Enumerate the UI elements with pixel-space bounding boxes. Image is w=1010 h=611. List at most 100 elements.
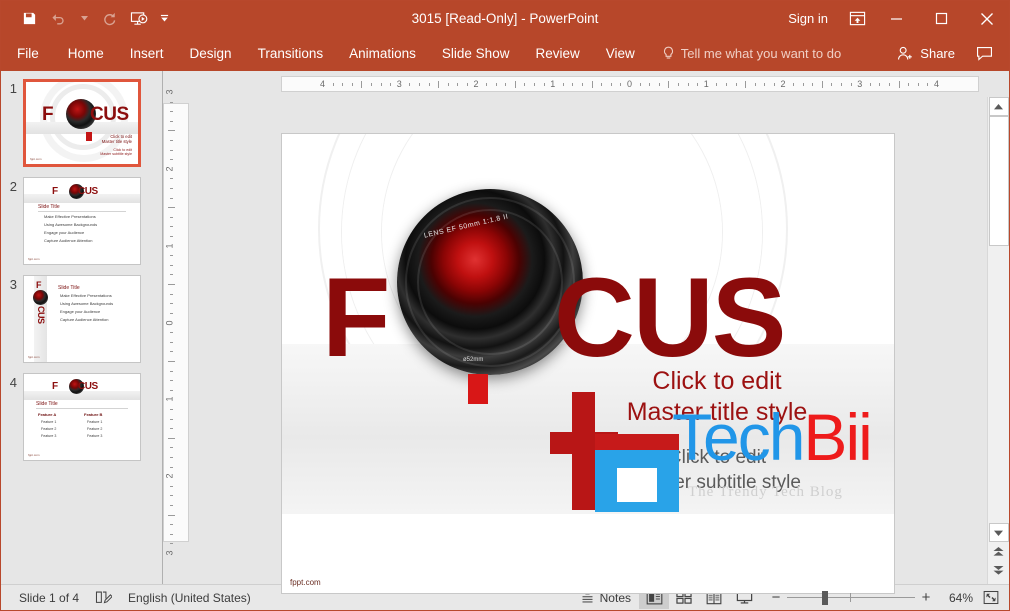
ruler-label: 4 xyxy=(934,79,940,89)
ruler-tick xyxy=(170,159,173,161)
ruler-tick xyxy=(495,83,497,86)
sign-in-button[interactable]: Sign in xyxy=(776,11,840,26)
title-bar-right: Sign in xyxy=(776,1,1009,36)
next-slide-button[interactable] xyxy=(988,561,1009,580)
thumbnail-1[interactable]: F CUS Click to edit Master title style Cl… xyxy=(23,79,141,167)
thumbnail-item-4[interactable]: 4 F CUS Slide Title Feature A Feature 1 … xyxy=(1,373,162,461)
spell-check-icon[interactable] xyxy=(87,590,120,605)
vertical-scrollbar[interactable] xyxy=(987,97,1009,584)
redo-icon[interactable] xyxy=(95,6,123,32)
tab-insert[interactable]: Insert xyxy=(117,36,177,71)
thumbnail-item-1[interactable]: 1 F CUS Click to edit Master title style … xyxy=(1,79,162,167)
save-icon[interactable] xyxy=(15,6,43,32)
fit-to-window-button[interactable] xyxy=(979,590,1003,605)
thumb2-bullet: Using Awesome Backgrounds xyxy=(44,222,98,227)
previous-slide-button[interactable] xyxy=(988,542,1009,561)
thumb4-col-a-item: Feature 3 xyxy=(41,434,57,438)
zoom-in-button[interactable]: + xyxy=(915,589,937,606)
ruler-label: 0 xyxy=(627,79,633,89)
thumb4-col-a-item: Feature 1 xyxy=(41,420,57,424)
ruler-tick xyxy=(170,389,173,391)
minimize-button[interactable] xyxy=(874,1,919,36)
ruler-tick xyxy=(170,120,173,122)
ruler-label: 3 xyxy=(164,89,175,95)
thumbnail-4[interactable]: F CUS Slide Title Feature A Feature 1 Fe… xyxy=(23,373,141,461)
scrollbar-track[interactable] xyxy=(988,116,1009,523)
thumbnail-number: 2 xyxy=(9,179,17,194)
ruler-tick xyxy=(841,83,843,86)
red-accent-square xyxy=(468,374,488,404)
ruler-tick xyxy=(591,81,593,88)
ruler-tick xyxy=(332,83,334,86)
thumb3-bullet: Make Effective Presentations xyxy=(60,293,112,298)
scroll-up-button[interactable] xyxy=(988,97,1009,116)
ruler-tick xyxy=(735,83,737,86)
scrollbar-thumb[interactable] xyxy=(988,116,1009,246)
horizontal-ruler[interactable]: 4 3 2 1 0 1 2 3 4 xyxy=(281,76,979,92)
title-bar: 3015 [Read-Only] - PowerPoint Sign in xyxy=(1,1,1009,36)
start-slideshow-icon[interactable] xyxy=(125,6,153,32)
tab-view[interactable]: View xyxy=(593,36,648,71)
undo-dropdown-icon[interactable] xyxy=(75,6,93,32)
thumbnail-3[interactable]: F CUS Slide Title Make Effective Present… xyxy=(23,275,141,363)
ruler-tick xyxy=(524,83,526,86)
zoom-slider-thumb[interactable] xyxy=(822,590,828,605)
ruler-tick xyxy=(170,216,173,218)
title-placeholder[interactable]: Click to edit Master title style xyxy=(552,366,882,429)
customize-qat-icon[interactable] xyxy=(155,6,173,32)
ruler-tick xyxy=(773,83,775,86)
slide-thumbnail-pane[interactable]: 1 F CUS Click to edit Master title style … xyxy=(1,71,163,584)
tab-file[interactable]: File xyxy=(1,36,55,71)
ruler-tick xyxy=(170,140,173,142)
language-indicator[interactable]: English (United States) xyxy=(120,591,259,605)
ribbon-right-actions: Share xyxy=(889,36,1009,71)
ruler-tick xyxy=(514,81,516,88)
thumbnail-number: 4 xyxy=(9,375,17,390)
maximize-button[interactable] xyxy=(919,1,964,36)
thumbnail-item-2[interactable]: 2 F CUS Slide Title Make Effective Prese… xyxy=(1,177,162,265)
scroll-down-button[interactable] xyxy=(988,523,1009,542)
ruler-tick xyxy=(170,485,173,487)
zoom-slider[interactable] xyxy=(787,590,915,605)
thumb4-title: Slide Title xyxy=(36,401,58,407)
thumbnail-item-3[interactable]: 3 F CUS Slide Title Make Effective Prese… xyxy=(1,275,162,363)
thumb4-col-b-item: Feature 2 xyxy=(87,427,103,431)
tab-review[interactable]: Review xyxy=(522,36,592,71)
slide-canvas[interactable]: LENS EF 50mm 1:1.8 II ø52mm F CUS Click … xyxy=(189,97,987,594)
zoom-level-label[interactable]: 64% xyxy=(937,591,979,605)
comments-icon[interactable] xyxy=(967,46,1001,61)
thumbnail-number: 1 xyxy=(9,81,17,96)
slide-count-indicator[interactable]: Slide 1 of 4 xyxy=(11,591,87,605)
thumbnail-number: 3 xyxy=(9,277,17,292)
thumb3-bullet: Engage your Audience xyxy=(60,309,101,314)
ribbon-display-options-icon[interactable] xyxy=(840,1,874,36)
tab-slide-show[interactable]: Slide Show xyxy=(429,36,523,71)
thumb2-bullet: Make Effective Presentations xyxy=(44,214,96,219)
tab-animations[interactable]: Animations xyxy=(336,36,429,71)
subtitle-placeholder[interactable]: Click to edit Master subtitle style xyxy=(552,446,882,495)
current-slide[interactable]: LENS EF 50mm 1:1.8 II ø52mm F CUS Click … xyxy=(281,133,895,594)
tell-me-search[interactable]: Tell me what you want to do xyxy=(648,36,841,71)
close-button[interactable] xyxy=(964,1,1009,36)
ruler-tick xyxy=(879,83,881,86)
ruler-tick xyxy=(466,83,468,86)
share-label: Share xyxy=(920,46,955,61)
thumbnail-footer: fppt.com xyxy=(28,257,40,261)
tab-transitions[interactable]: Transitions xyxy=(245,36,337,71)
ruler-tick xyxy=(745,81,747,88)
vertical-ruler[interactable]: 3 2 1 0 1 2 3 xyxy=(163,89,189,556)
thumbnail-2[interactable]: F CUS Slide Title Make Effective Present… xyxy=(23,177,141,265)
share-button[interactable]: Share xyxy=(889,46,963,61)
tab-home[interactable]: Home xyxy=(55,36,117,71)
ruler-tick xyxy=(170,188,173,190)
undo-icon[interactable] xyxy=(45,6,73,32)
ruler-tick xyxy=(639,83,641,86)
ruler-tick xyxy=(170,456,173,458)
ruler-tick xyxy=(170,428,173,430)
ruler-tick xyxy=(668,81,670,88)
ruler-tick xyxy=(390,83,392,86)
thumb4-col-b-item: Feature 1 xyxy=(87,420,103,424)
tab-design[interactable]: Design xyxy=(177,36,245,71)
zoom-slider-track xyxy=(787,597,915,598)
ruler-tick xyxy=(170,418,173,420)
